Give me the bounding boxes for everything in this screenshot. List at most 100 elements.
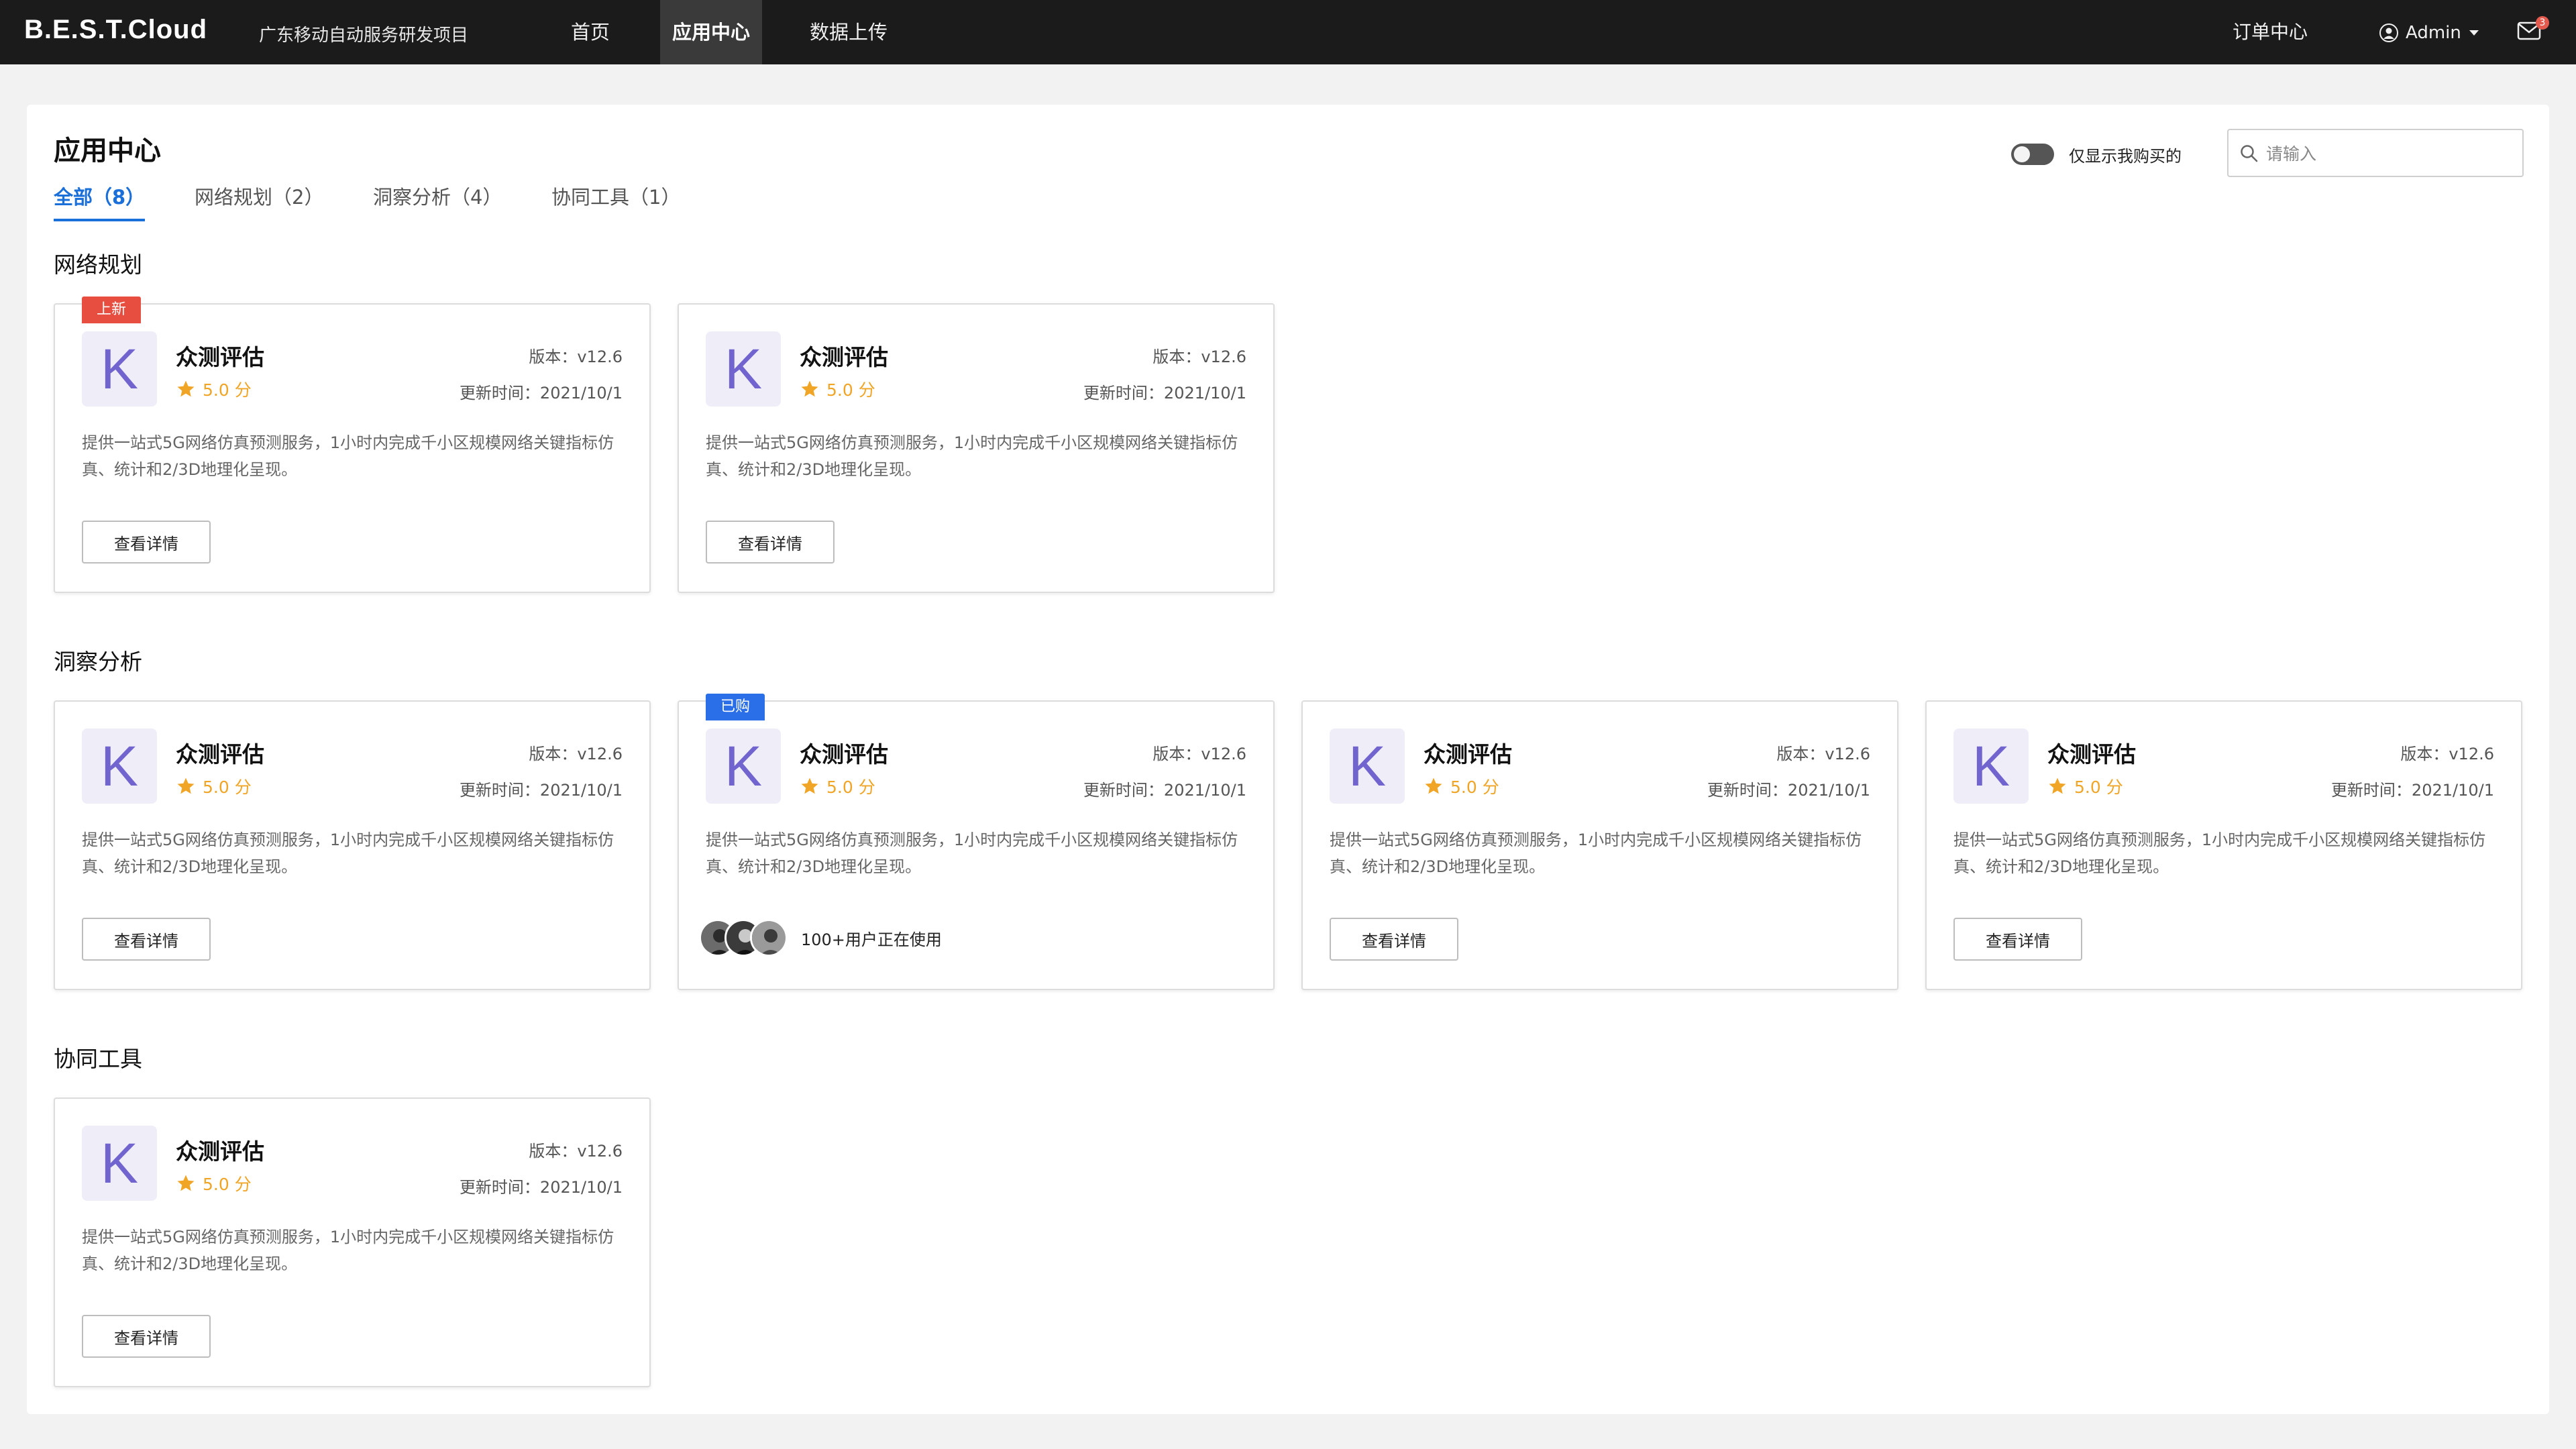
view-details-button[interactable]: 查看详情 <box>82 1315 211 1358</box>
app-updated-time: 更新时间：2021/10/1 <box>1083 781 1246 800</box>
app-logo: K <box>82 729 157 804</box>
app-updated-time: 更新时间：2021/10/1 <box>459 781 623 800</box>
rating-value: 5.0 分 <box>1450 777 1499 797</box>
view-details-button[interactable]: 查看详情 <box>82 521 211 564</box>
tab-collaboration-tools[interactable]: 协同工具（1） <box>551 184 680 221</box>
app-card[interactable]: 上新 K 众测评估 5.0 分 版本：v12.6 更新时间：2021/10/1 … <box>54 297 651 593</box>
avatar <box>750 919 788 957</box>
app-version: 版本：v12.6 <box>529 1142 623 1161</box>
search-box[interactable] <box>2227 129 2524 177</box>
user-menu[interactable]: Admin <box>2379 19 2480 46</box>
tab-all[interactable]: 全部（8） <box>54 184 146 221</box>
user-circle-icon <box>2379 23 2398 42</box>
top-navigation-bar: B.E.S.T.Cloud 广东移动自动服务研发项目 首页 应用中心 数据上传 … <box>0 0 2576 64</box>
rating-value: 5.0 分 <box>203 1175 252 1194</box>
app-updated-time: 更新时间：2021/10/1 <box>459 1178 623 1197</box>
app-version: 版本：v12.6 <box>529 745 623 763</box>
mail-button[interactable]: 3 <box>2517 16 2549 44</box>
section-title-insight-analysis: 洞察分析 <box>54 649 142 675</box>
app-card[interactable]: K 众测评估 5.0 分 版本：v12.6 更新时间：2021/10/1 提供一… <box>1301 700 1898 990</box>
rating-value: 5.0 分 <box>203 380 252 400</box>
app-rating: 5.0 分 <box>800 774 875 798</box>
app-description: 提供一站式5G网络仿真预测服务，1小时内完成千小区规模网络关键指标仿真、统计和2… <box>706 830 1238 876</box>
rating-value: 5.0 分 <box>2074 777 2123 797</box>
app-updated-time: 更新时间：2021/10/1 <box>2330 781 2494 800</box>
app-logo: K <box>82 1126 157 1201</box>
app-card[interactable]: 已购 K 众测评估 5.0 分 版本：v12.6 更新时间：2021/10/1 … <box>678 694 1275 990</box>
app-updated-time: 更新时间：2021/10/1 <box>1083 384 1246 402</box>
app-description: 提供一站式5G网络仿真预测服务，1小时内完成千小区规模网络关键指标仿真、统计和2… <box>82 1228 614 1273</box>
app-version: 版本：v12.6 <box>2400 745 2494 763</box>
app-logo: K <box>1330 729 1405 804</box>
app-rating: 5.0 分 <box>2047 774 2123 798</box>
nav-item-app-center[interactable]: 应用中心 <box>660 0 762 64</box>
brand-logo[interactable]: B.E.S.T.Cloud <box>24 15 207 45</box>
app-name: 众测评估 <box>176 741 264 767</box>
view-details-button[interactable]: 查看详情 <box>82 918 211 961</box>
app-name: 众测评估 <box>800 344 888 370</box>
tab-insight-analysis[interactable]: 洞察分析（4） <box>373 184 502 221</box>
tab-network-planning[interactable]: 网络规划（2） <box>195 184 323 221</box>
app-description: 提供一站式5G网络仿真预测服务，1小时内完成千小区规模网络关键指标仿真、统计和2… <box>82 433 614 479</box>
purchased-badge: 已购 <box>706 694 765 720</box>
rating-value: 5.0 分 <box>826 777 875 797</box>
app-rating: 5.0 分 <box>800 377 875 401</box>
nav-item-data-upload[interactable]: 数据上传 <box>798 0 899 64</box>
purchased-only-label: 仅显示我购买的 <box>2069 146 2182 166</box>
app-logo: K <box>706 331 781 407</box>
app-description: 提供一站式5G网络仿真预测服务，1小时内完成千小区规模网络关键指标仿真、统计和2… <box>82 830 614 876</box>
star-icon <box>1425 777 1442 794</box>
main-panel: 应用中心 全部（8） 网络规划（2） 洞察分析（4） 协同工具（1） 仅显示我购… <box>27 105 2549 1414</box>
app-updated-time: 更新时间：2021/10/1 <box>459 384 623 402</box>
section-title-collaboration-tools: 协同工具 <box>54 1046 142 1072</box>
app-updated-time: 更新时间：2021/10/1 <box>1707 781 1870 800</box>
project-name: 广东移动自动服务研发项目 <box>259 25 469 46</box>
app-rating: 5.0 分 <box>176 774 252 798</box>
new-badge: 上新 <box>82 297 142 323</box>
app-logo: K <box>82 331 157 407</box>
star-icon <box>2049 777 2066 794</box>
active-users-text: 100+用户正在使用 <box>801 930 942 949</box>
rating-value: 5.0 分 <box>826 380 875 400</box>
user-name: Admin <box>2406 23 2461 43</box>
app-card[interactable]: K 众测评估 5.0 分 版本：v12.6 更新时间：2021/10/1 提供一… <box>678 303 1275 593</box>
view-details-button[interactable]: 查看详情 <box>1953 918 2082 961</box>
app-card[interactable]: K 众测评估 5.0 分 版本：v12.6 更新时间：2021/10/1 提供一… <box>1925 700 2522 990</box>
app-name: 众测评估 <box>2047 741 2136 767</box>
app-description: 提供一站式5G网络仿真预测服务，1小时内完成千小区规模网络关键指标仿真、统计和2… <box>1330 830 1862 876</box>
app-name: 众测评估 <box>176 344 264 370</box>
app-rating: 5.0 分 <box>1424 774 1499 798</box>
purchased-only-toggle[interactable] <box>2011 144 2054 165</box>
app-version: 版本：v12.6 <box>1152 347 1246 366</box>
purchased-only-filter[interactable]: 仅显示我购买的 <box>2011 141 2182 168</box>
star-icon <box>177 777 195 794</box>
star-icon <box>177 380 195 397</box>
caret-down-icon <box>2469 30 2479 36</box>
app-description: 提供一站式5G网络仿真预测服务，1小时内完成千小区规模网络关键指标仿真、统计和2… <box>706 433 1238 479</box>
app-version: 版本：v12.6 <box>1776 745 1870 763</box>
star-icon <box>801 777 818 794</box>
search-input[interactable] <box>2266 140 2514 168</box>
app-card[interactable]: K 众测评估 5.0 分 版本：v12.6 更新时间：2021/10/1 提供一… <box>54 1097 651 1387</box>
app-name: 众测评估 <box>176 1138 264 1165</box>
star-icon <box>177 1175 195 1191</box>
app-description: 提供一站式5G网络仿真预测服务，1小时内完成千小区规模网络关键指标仿真、统计和2… <box>1953 830 2486 876</box>
mail-count-badge: 3 <box>2536 16 2549 30</box>
section-title-network-planning: 网络规划 <box>54 252 142 278</box>
app-rating: 5.0 分 <box>176 1171 252 1195</box>
active-users: 100+用户正在使用 <box>699 916 942 959</box>
app-rating: 5.0 分 <box>176 377 252 401</box>
view-details-button[interactable]: 查看详情 <box>706 521 835 564</box>
app-version: 版本：v12.6 <box>529 347 623 366</box>
star-icon <box>801 380 818 397</box>
nav-item-order-center[interactable]: 订单中心 <box>2233 0 2308 64</box>
rating-value: 5.0 分 <box>203 777 252 797</box>
app-version: 版本：v12.6 <box>1152 745 1246 763</box>
view-details-button[interactable]: 查看详情 <box>1330 918 1458 961</box>
nav-item-home[interactable]: 首页 <box>550 0 631 64</box>
app-logo: K <box>1953 729 2029 804</box>
app-name: 众测评估 <box>800 741 888 767</box>
page-title: 应用中心 <box>54 136 161 166</box>
app-name: 众测评估 <box>1424 741 1512 767</box>
app-card[interactable]: K 众测评估 5.0 分 版本：v12.6 更新时间：2021/10/1 提供一… <box>54 700 651 990</box>
